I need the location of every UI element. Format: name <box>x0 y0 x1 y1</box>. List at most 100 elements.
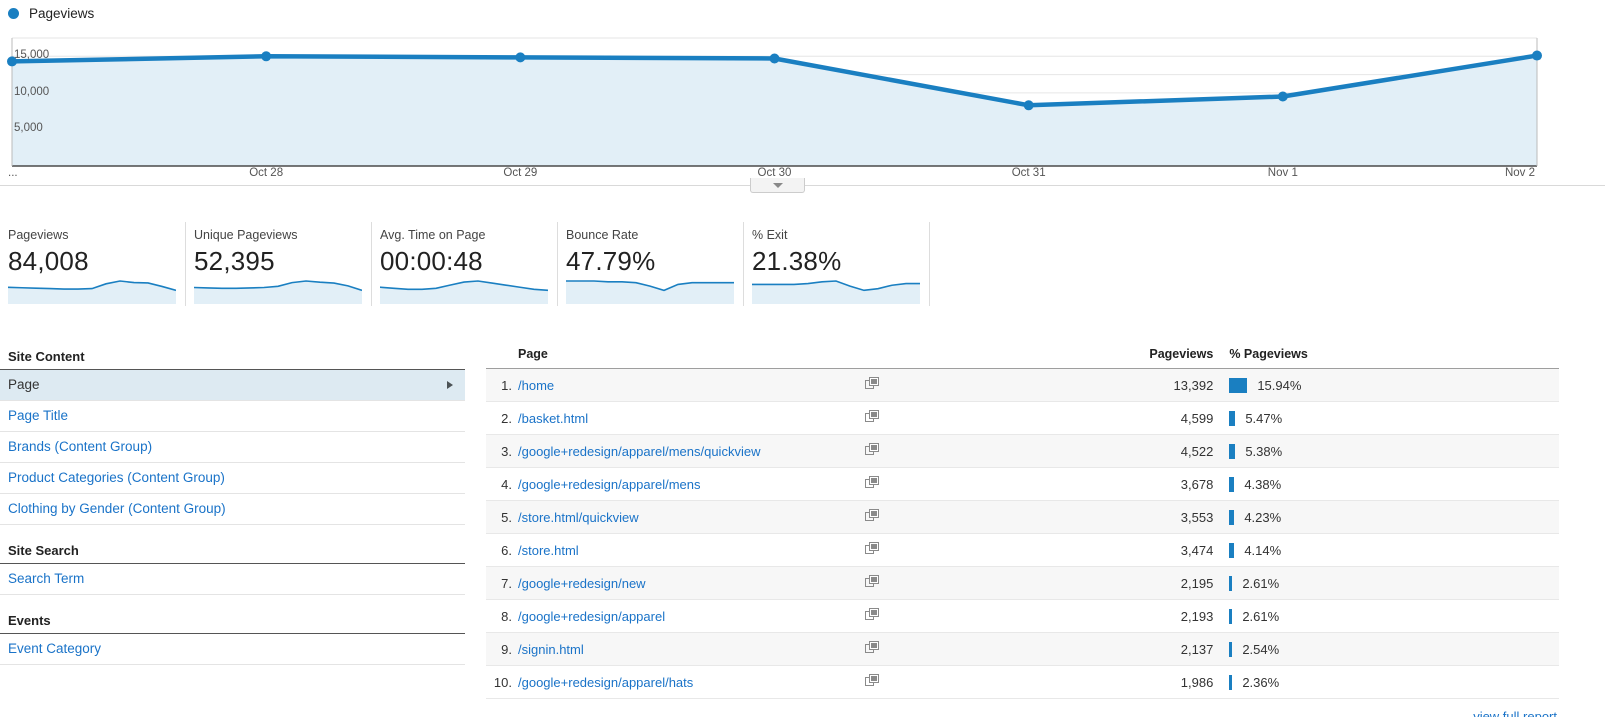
open-in-new-window-icon[interactable] <box>864 575 879 588</box>
metric-value: 84,008 <box>8 246 89 276</box>
row-page-cell: /google+redesign/apparel/mens/quickview <box>518 434 852 468</box>
view-full-report-link[interactable]: view full report <box>1473 709 1557 717</box>
row-pct-cell: 4.14% <box>1225 533 1559 567</box>
metric-card[interactable]: Avg. Time on Page 00:00:48 <box>372 222 558 306</box>
page-link[interactable]: /home <box>518 378 554 393</box>
header-pct-pageviews[interactable]: % Pageviews <box>1225 345 1559 369</box>
metric-label: % Exit <box>752 228 788 242</box>
open-in-new-window-icon[interactable] <box>864 509 879 522</box>
sidebar-group-title: Site Search <box>0 539 465 564</box>
row-page-cell: /google+redesign/apparel <box>518 599 852 633</box>
table-row[interactable]: 8./google+redesign/apparel 2,193 2.61% <box>486 599 1559 633</box>
analytics-pages-report: Pageviews ... Oct 28 Oct 29 Oct 30 Oct 31 Nov… <box>0 0 1605 717</box>
row-pageviews: 2,137 <box>891 632 1226 666</box>
sidebar-item-brands-content-group[interactable]: Brands (Content Group) <box>0 432 465 463</box>
row-index: 9. <box>486 632 518 666</box>
legend-color-dot <box>8 8 19 19</box>
row-open-cell <box>851 500 892 534</box>
pct-bar <box>1229 443 1236 459</box>
page-link[interactable]: /google+redesign/new <box>518 576 646 591</box>
row-pct-cell: 5.47% <box>1225 401 1559 435</box>
pageviews-timeline-chart[interactable]: ... Oct 28 Oct 29 Oct 30 Oct 31 Nov 1 Nov 2 5,… <box>0 30 1605 185</box>
row-pageviews: 2,195 <box>891 566 1226 600</box>
row-pct-cell: 2.61% <box>1225 566 1559 600</box>
sidebar-item-product-categories-content-group[interactable]: Product Categories (Content Group) <box>0 463 465 494</box>
row-pct-label: 4.23% <box>1244 509 1282 525</box>
sidebar-item-page-title[interactable]: Page Title <box>0 401 465 432</box>
metric-value: 52,395 <box>194 246 275 276</box>
metric-label: Bounce Rate <box>566 228 639 242</box>
sidebar-item-search-term[interactable]: Search Term <box>0 564 465 595</box>
page-link[interactable]: /google+redesign/apparel/mens <box>518 477 701 492</box>
table-row[interactable]: 7./google+redesign/new 2,195 2.61% <box>486 566 1559 600</box>
row-pct-cell: 2.36% <box>1225 665 1559 699</box>
table-row[interactable]: 6./store.html 3,474 4.14% <box>486 533 1559 567</box>
open-in-new-window-icon[interactable] <box>864 476 879 489</box>
chart-collapse-toggle[interactable] <box>750 178 805 193</box>
open-in-new-window-icon[interactable] <box>864 410 879 423</box>
page-link[interactable]: /google+redesign/apparel/mens/quickview <box>518 444 760 459</box>
metric-card[interactable]: Unique Pageviews 52,395 <box>186 222 372 306</box>
chart-y-tick-label: 5,000 <box>14 122 43 135</box>
pct-bar <box>1229 641 1233 657</box>
header-page[interactable]: Page <box>518 345 852 369</box>
metric-label: Avg. Time on Page <box>380 228 486 242</box>
row-pageviews: 4,522 <box>891 434 1226 468</box>
page-link[interactable]: /signin.html <box>518 642 584 657</box>
metric-card[interactable]: % Exit 21.38% <box>744 222 930 306</box>
sidebar-item-label: Page <box>8 377 40 392</box>
row-page-cell: /google+redesign/new <box>518 566 852 600</box>
chart-x-tick-label: Nov 1 <box>1267 167 1298 179</box>
row-index: 7. <box>486 566 518 600</box>
row-open-cell <box>851 533 892 567</box>
chart-y-tick-label: 15,000 <box>14 49 50 62</box>
open-in-new-window-icon[interactable] <box>864 377 879 390</box>
header-pageviews[interactable]: Pageviews <box>891 345 1226 369</box>
sidebar-item-clothing-by-gender-content-group[interactable]: Clothing by Gender (Content Group) <box>0 494 465 525</box>
table-row[interactable]: 1./home 13,392 15.94% <box>486 368 1559 402</box>
table-row[interactable]: 4./google+redesign/apparel/mens 3,678 4.38… <box>486 467 1559 501</box>
open-in-new-window-icon[interactable] <box>864 608 879 621</box>
metric-card[interactable]: Bounce Rate 47.79% <box>558 222 744 306</box>
metric-summary-cards: Pageviews 84,008 Unique Pageviews 52,395 Avg… <box>0 222 930 306</box>
row-pageviews: 3,474 <box>891 533 1226 567</box>
page-link[interactable]: /basket.html <box>518 411 588 426</box>
page-link[interactable]: /store.html/quickview <box>518 510 639 525</box>
row-pct-label: 2.54% <box>1242 641 1280 657</box>
row-pct-label: 4.38% <box>1244 476 1282 492</box>
chevron-right-icon <box>447 381 453 389</box>
sidebar-item-page[interactable]: Page <box>0 370 465 401</box>
row-pageviews: 4,599 <box>891 401 1226 435</box>
page-link[interactable]: /google+redesign/apparel <box>518 609 665 624</box>
pct-bar <box>1229 377 1248 393</box>
sidebar-item-event-category[interactable]: Event Category <box>0 634 465 665</box>
row-open-cell <box>851 401 892 435</box>
table-header: Page Pageviews % Pageviews <box>486 345 1559 369</box>
pct-bar <box>1229 509 1235 525</box>
table-row[interactable]: 5./store.html/quickview 3,553 4.23% <box>486 500 1559 534</box>
chart-x-tick-label: Nov 2 <box>1504 167 1535 179</box>
chart-x-tick-label: Oct 28 <box>249 167 284 179</box>
table-row[interactable]: 2./basket.html 4,599 5.47% <box>486 401 1559 435</box>
pages-table-area: Page Pageviews % Pageviews 1./home 13,392… <box>486 345 1559 717</box>
open-in-new-window-icon[interactable] <box>864 641 879 654</box>
page-link[interactable]: /google+redesign/apparel/hats <box>518 675 693 690</box>
metric-label: Pageviews <box>8 228 69 242</box>
metric-sparkline <box>380 280 548 304</box>
row-pct-cell: 2.54% <box>1225 632 1559 666</box>
metric-value: 47.79% <box>566 246 656 276</box>
row-index: 5. <box>486 500 518 534</box>
row-pct-label: 15.94% <box>1257 377 1302 393</box>
table-row[interactable]: 9./signin.html 2,137 2.54% <box>486 632 1559 666</box>
page-link[interactable]: /store.html <box>518 543 579 558</box>
metric-card[interactable]: Pageviews 84,008 <box>0 222 186 306</box>
open-in-new-window-icon[interactable] <box>864 674 879 687</box>
table-row[interactable]: 3./google+redesign/apparel/mens/quickvie… <box>486 434 1559 468</box>
row-index: 4. <box>486 467 518 501</box>
row-open-cell <box>851 368 892 402</box>
table-row[interactable]: 10./google+redesign/apparel/hats 1,986 2.3… <box>486 665 1559 699</box>
sidebar-item-label: Event Category <box>8 641 102 656</box>
open-in-new-window-icon[interactable] <box>864 443 879 456</box>
open-in-new-window-icon[interactable] <box>864 542 879 555</box>
